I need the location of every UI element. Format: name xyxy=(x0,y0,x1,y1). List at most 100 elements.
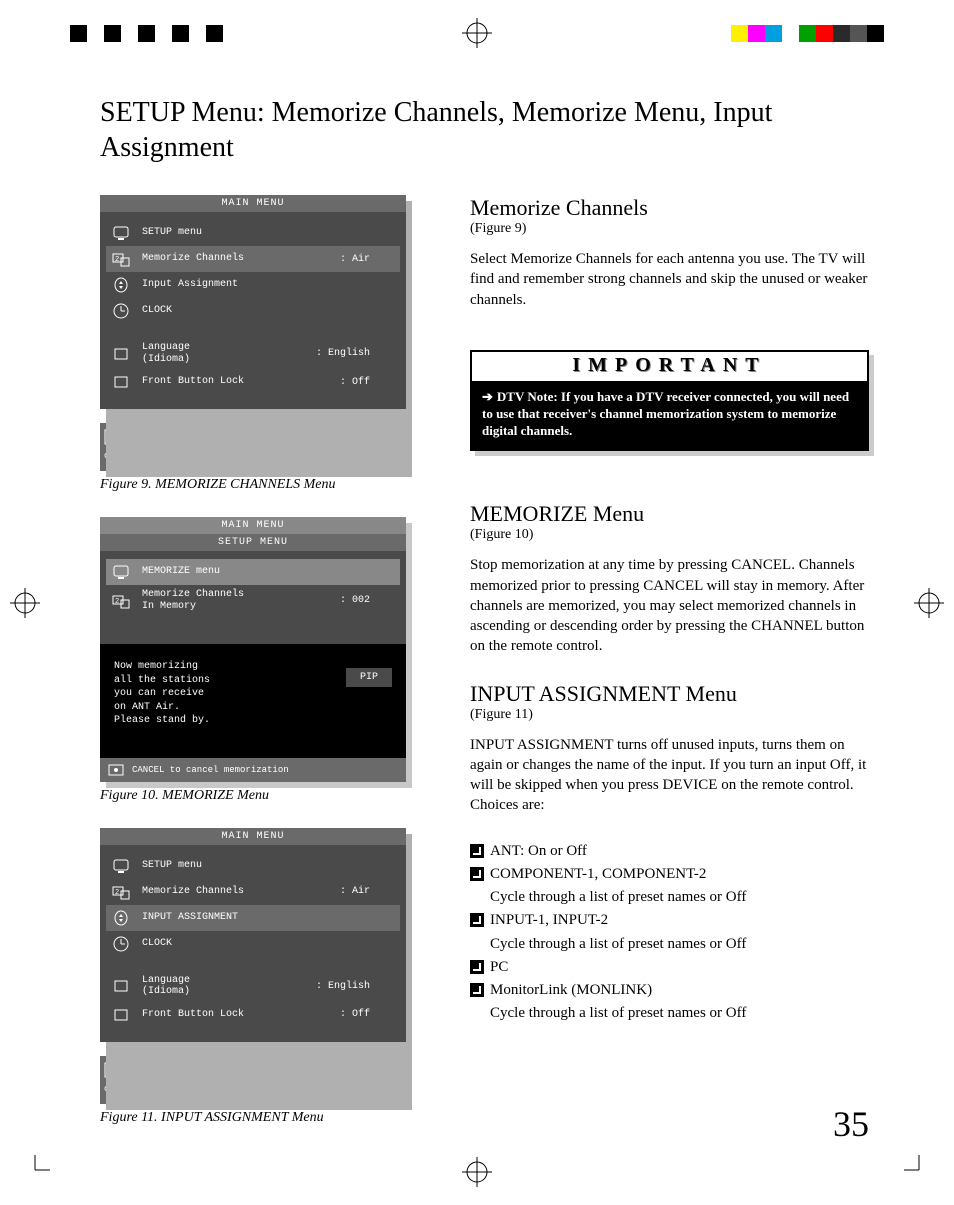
crop-mark-bl xyxy=(20,1155,50,1185)
menu-row-icon xyxy=(110,935,132,953)
memorizing-message-box: Now memorizing all the stations you can … xyxy=(100,644,406,758)
arrow-icon: ➔ xyxy=(482,389,493,406)
color-swatch xyxy=(155,25,172,42)
menu-row-icon xyxy=(110,345,132,363)
choice-item: COMPONENT-1, COMPONENT-2 xyxy=(470,863,869,886)
menu-row-icon xyxy=(110,302,132,320)
color-swatch xyxy=(121,25,138,42)
section-input-assignment-ref: (Figure 11) xyxy=(470,707,869,723)
choice-text: COMPONENT-1, COMPONENT-2 xyxy=(490,863,706,886)
svg-text:2: 2 xyxy=(115,256,119,264)
section-memorize-channels-body: Select Memorize Channels for each antenn… xyxy=(470,249,869,310)
page-number: 35 xyxy=(833,1103,869,1145)
menu-row-icon xyxy=(110,276,132,294)
important-box: IMPORTANT ➔DTV Note: If you have a DTV r… xyxy=(470,350,869,452)
menu-row-icon xyxy=(110,224,132,242)
registration-mark-bottom xyxy=(462,1157,492,1187)
bullet-icon xyxy=(470,844,484,858)
figure-10-menu: MAIN MENU SETUP MENU MEMORIZE menu2Memor… xyxy=(100,517,406,782)
figure-10-caption: Figure 10. MEMORIZE Menu xyxy=(100,788,410,804)
menu-row[interactable]: INPUT ASSIGNMENT xyxy=(106,905,400,931)
menu-title: MAIN MENU xyxy=(100,828,406,845)
registration-mark-left xyxy=(10,588,40,618)
menu-row-label: Language (Idioma) xyxy=(132,975,308,998)
choices-list: ANT: On or OffCOMPONENT-1, COMPONENT-2Cy… xyxy=(470,840,869,1026)
menu-row[interactable]: CLOCK xyxy=(106,298,400,324)
menu-row[interactable]: 2Memorize Channels: Air xyxy=(106,879,400,905)
menu-row[interactable]: Input Assignment xyxy=(106,272,400,298)
menu-row[interactable]: CLOCK xyxy=(106,931,400,957)
registration-mark-top xyxy=(462,18,492,48)
menu-row-label: Front Button Lock xyxy=(132,1009,332,1021)
choice-subtext: Cycle through a list of preset names or … xyxy=(470,1002,869,1025)
menu-row[interactable]: MEMORIZE menu xyxy=(106,559,400,585)
menu-row-icon: 2 xyxy=(110,883,132,901)
svg-text:2: 2 xyxy=(115,889,119,897)
menu-title: MAIN MENU xyxy=(100,195,406,212)
menu-row-label: CLOCK xyxy=(132,938,362,950)
color-swatch xyxy=(206,25,223,42)
section-memorize-menu-body: Stop memorization at any time by pressin… xyxy=(470,555,869,656)
menu-row-label: Language (Idioma) xyxy=(132,342,308,365)
color-swatch xyxy=(799,25,816,42)
menu-row-label: Input Assignment xyxy=(132,279,362,291)
menu-row-icon: 2 xyxy=(110,592,132,610)
color-swatch xyxy=(104,25,121,42)
cancel-bar: CANCEL to cancel memorization xyxy=(100,758,406,782)
memorizing-message: Now memorizing all the stations you can … xyxy=(114,660,210,728)
figure-11-menu: MAIN MENU SETUP menu 2Memorize Channels: … xyxy=(100,828,406,1104)
menu-row-icon xyxy=(110,373,132,391)
choice-item: PC xyxy=(470,956,869,979)
svg-text:2: 2 xyxy=(115,598,119,606)
menu-row-label: MEMORIZE menu xyxy=(132,566,362,578)
menu-row-value: : Off xyxy=(332,377,400,388)
bullet-icon xyxy=(470,983,484,997)
menu-row-label: CLOCK xyxy=(132,305,362,317)
menu-row-value: : Air xyxy=(332,254,400,265)
section-memorize-menu-head: MEMORIZE Menu xyxy=(470,501,869,527)
choice-subtext: Cycle through a list of preset names or … xyxy=(470,933,869,956)
important-body: ➔DTV Note: If you have a DTV receiver co… xyxy=(472,383,867,450)
menu-row[interactable]: 2Memorize Channels In Memory: 002 xyxy=(106,585,400,616)
section-memorize-channels-ref: (Figure 9) xyxy=(470,221,869,237)
menu-row[interactable]: SETUP menu xyxy=(106,853,400,879)
figure-11-caption: Figure 11. INPUT ASSIGNMENT Menu xyxy=(100,1110,410,1126)
bullet-icon xyxy=(470,913,484,927)
color-swatch xyxy=(833,25,850,42)
color-swatch xyxy=(748,25,765,42)
choice-item: MonitorLink (MONLINK) xyxy=(470,979,869,1002)
section-memorize-channels-head: Memorize Channels xyxy=(470,195,869,221)
color-swatch xyxy=(189,25,206,42)
figure-9-caption: Figure 9. MEMORIZE CHANNELS Menu xyxy=(100,477,410,493)
menu-row[interactable]: 2Memorize Channels: Air xyxy=(106,246,400,272)
color-swatch xyxy=(138,25,155,42)
color-swatch xyxy=(87,25,104,42)
choice-text: ANT: On or Off xyxy=(490,840,587,863)
choice-subtext: Cycle through a list of preset names or … xyxy=(470,886,869,909)
color-swatch xyxy=(867,25,884,42)
menu-row[interactable]: Front Button Lock: Off xyxy=(106,369,400,395)
color-swatch xyxy=(70,25,87,42)
choice-item: ANT: On or Off xyxy=(470,840,869,863)
menu-row[interactable]: SETUP menu xyxy=(106,220,400,246)
color-swatch xyxy=(765,25,782,42)
choice-item: INPUT-1, INPUT-2 xyxy=(470,909,869,932)
menu-row-value: : Air xyxy=(332,886,400,897)
menu-row[interactable]: Language (Idioma): English xyxy=(106,338,400,369)
menu-row[interactable]: Front Button Lock: Off xyxy=(106,1002,400,1028)
bullet-icon xyxy=(470,960,484,974)
registration-mark-right xyxy=(914,588,944,618)
color-swatch xyxy=(850,25,867,42)
pip-badge: PIP xyxy=(346,668,392,687)
figure-9-menu: MAIN MENU SETUP menu2Memorize Channels: … xyxy=(100,195,406,471)
cancel-icon xyxy=(108,764,124,776)
color-swatch xyxy=(731,25,748,42)
menu-row-label: SETUP menu xyxy=(132,860,362,872)
color-swatch xyxy=(172,25,189,42)
menu-row-icon xyxy=(110,857,132,875)
menu-row-icon xyxy=(110,909,132,927)
color-swatch xyxy=(782,25,799,42)
menu-title: MAIN MENU xyxy=(100,517,406,534)
menu-row[interactable]: Language (Idioma): English xyxy=(106,971,400,1002)
color-swatch xyxy=(816,25,833,42)
